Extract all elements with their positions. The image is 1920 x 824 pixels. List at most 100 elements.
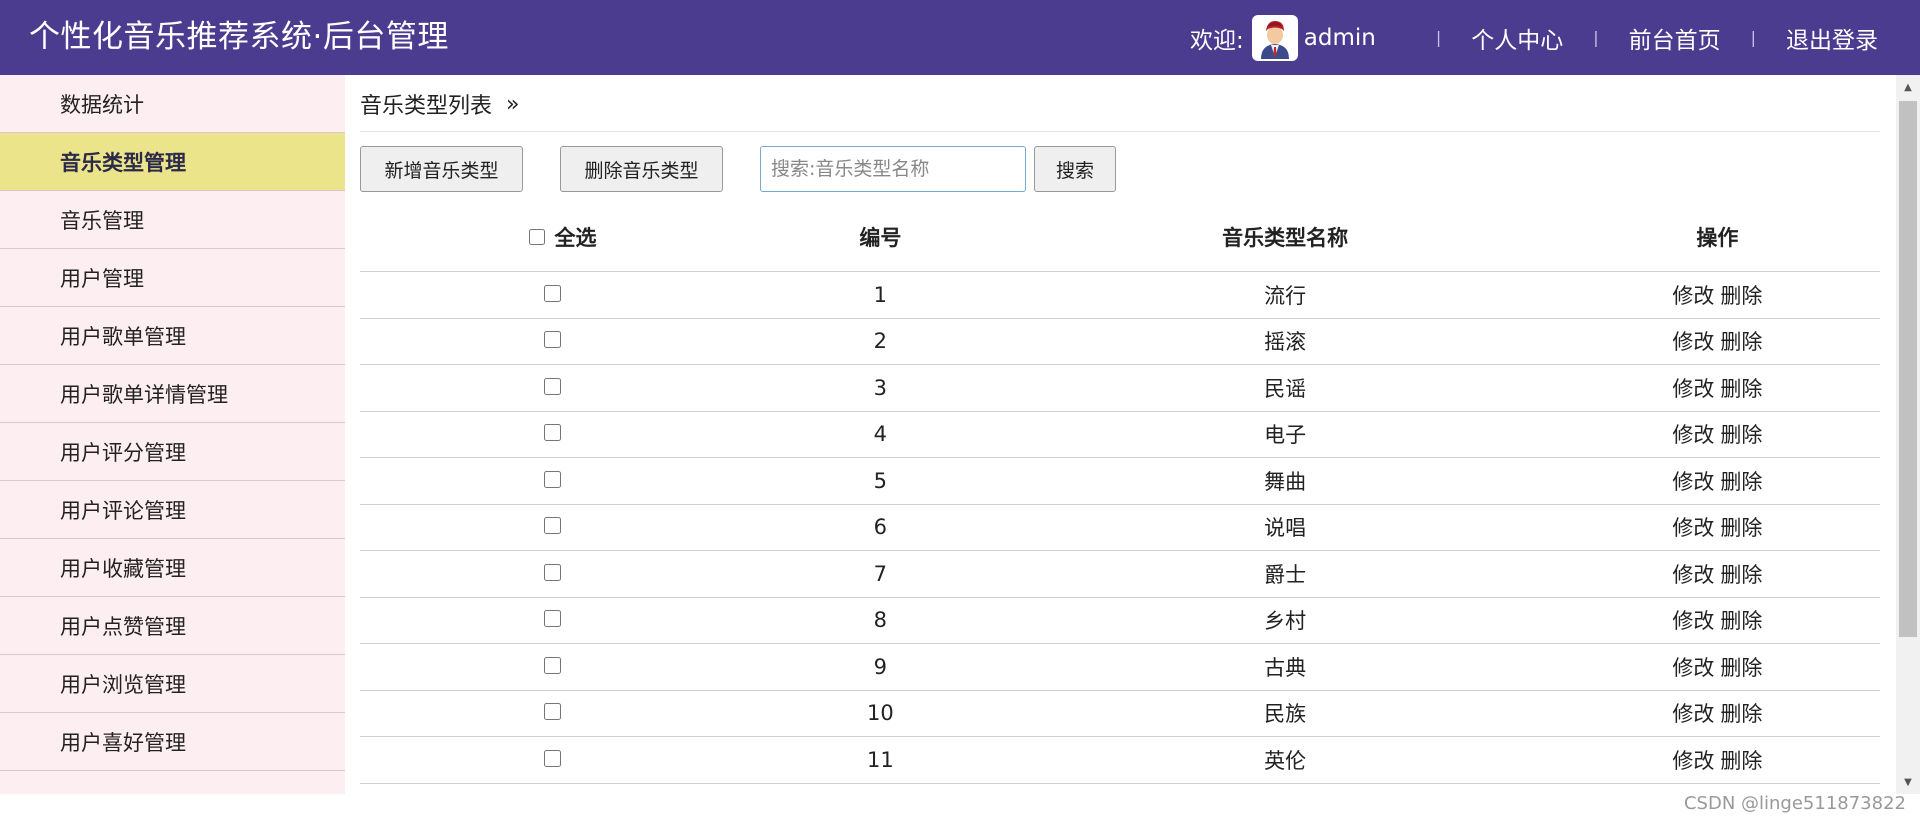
row-name: 古典 (1015, 643, 1555, 691)
delete-link[interactable]: 删除 (1720, 284, 1762, 308)
row-id: 2 (745, 318, 1016, 365)
row-name: 电子 (1015, 411, 1555, 458)
ops-column-header: 操作 (1554, 202, 1880, 272)
user-avatar-icon (1254, 16, 1295, 59)
row-checkbox[interactable] (544, 656, 562, 674)
select-all-header: 全选 (360, 202, 746, 272)
add-music-type-button[interactable]: 新增音乐类型 (360, 146, 523, 192)
personal-center-link[interactable]: 个人中心 (1471, 21, 1563, 55)
nav-divider: | (1593, 28, 1599, 47)
delete-link[interactable]: 删除 (1720, 656, 1762, 680)
toolbar: 新增音乐类型 删除音乐类型 搜索 (360, 146, 1116, 192)
row-checkbox[interactable] (544, 377, 562, 395)
row-checkbox[interactable] (544, 284, 562, 302)
edit-link[interactable]: 修改 (1672, 702, 1714, 726)
page-scrollbar[interactable]: ▲ ▼ (1896, 75, 1920, 794)
row-id: 5 (745, 457, 1016, 505)
delete-link[interactable]: 删除 (1720, 470, 1762, 494)
edit-link[interactable]: 修改 (1672, 656, 1714, 680)
edit-link[interactable]: 修改 (1672, 470, 1714, 494)
delete-link[interactable]: 删除 (1720, 702, 1762, 726)
row-checkbox-cell (360, 736, 746, 784)
frontend-home-link[interactable]: 前台首页 (1629, 21, 1721, 55)
delete-link[interactable]: 删除 (1720, 563, 1762, 587)
delete-music-type-button[interactable]: 删除音乐类型 (560, 146, 723, 192)
row-checkbox[interactable] (544, 610, 562, 628)
scroll-down-icon[interactable]: ▼ (1896, 772, 1920, 792)
row-checkbox[interactable] (544, 517, 562, 535)
search-input[interactable] (760, 146, 1026, 192)
row-name: 舞曲 (1015, 457, 1555, 505)
delete-link[interactable]: 删除 (1720, 377, 1762, 401)
edit-link[interactable]: 修改 (1672, 516, 1714, 540)
id-column-header: 编号 (745, 202, 1016, 272)
delete-link[interactable]: 删除 (1720, 516, 1762, 540)
row-name: 摇滚 (1015, 318, 1555, 365)
table-row: 4 电子 修改 删除 (360, 411, 1880, 458)
row-checkbox[interactable] (544, 749, 562, 767)
edit-link[interactable]: 修改 (1672, 330, 1714, 354)
row-ops: 修改 删除 (1554, 550, 1880, 598)
row-checkbox[interactable] (544, 703, 562, 721)
table-row: 5 舞曲 修改 删除 (360, 457, 1880, 505)
row-id: 10 (745, 690, 1016, 737)
row-checkbox[interactable] (544, 470, 562, 488)
row-ops: 修改 删除 (1554, 504, 1880, 551)
search-button[interactable]: 搜索 (1034, 146, 1116, 192)
double-chevron-right-icon: » (506, 91, 520, 117)
row-ops: 修改 删除 (1554, 690, 1880, 737)
edit-link[interactable]: 修改 (1672, 563, 1714, 587)
row-name: 乡村 (1015, 597, 1555, 644)
sidebar-item-comments[interactable]: 用户评论管理 (0, 481, 345, 539)
sidebar-item-stats[interactable]: 数据统计 (0, 75, 345, 133)
sidebar-item-playlist-details[interactable]: 用户歌单详情管理 (0, 365, 345, 423)
row-checkbox-cell (360, 690, 746, 737)
sidebar-item-browsing[interactable]: 用户浏览管理 (0, 655, 345, 713)
row-checkbox-cell (360, 597, 746, 644)
row-ops: 修改 删除 (1554, 318, 1880, 365)
row-name: 民谣 (1015, 364, 1555, 412)
sidebar-item-preferences[interactable]: 用户喜好管理 (0, 713, 345, 771)
edit-link[interactable]: 修改 (1672, 609, 1714, 633)
row-checkbox[interactable] (544, 563, 562, 581)
sidebar-item-likes[interactable]: 用户点赞管理 (0, 597, 345, 655)
sidebar-item-music-types[interactable]: 音乐类型管理 (0, 133, 345, 191)
row-name: 爵士 (1015, 550, 1555, 598)
table-row: 7 爵士 修改 删除 (360, 550, 1880, 598)
edit-link[interactable]: 修改 (1672, 423, 1714, 447)
sidebar-item-favorites[interactable]: 用户收藏管理 (0, 539, 345, 597)
table-row: 8 乡村 修改 删除 (360, 597, 1880, 644)
sidebar-item-playlists[interactable]: 用户歌单管理 (0, 307, 345, 365)
row-id: 7 (745, 550, 1016, 598)
sidebar-item-ratings[interactable]: 用户评分管理 (0, 423, 345, 481)
welcome-label: 欢迎: (1190, 27, 1244, 54)
sidebar-item-users[interactable]: 用户管理 (0, 249, 345, 307)
edit-link[interactable]: 修改 (1672, 749, 1714, 773)
delete-link[interactable]: 删除 (1720, 609, 1762, 633)
scrollbar-thumb[interactable] (1899, 101, 1917, 637)
username[interactable]: admin (1304, 25, 1376, 51)
edit-link[interactable]: 修改 (1672, 377, 1714, 401)
select-all-label: 全选 (554, 225, 597, 250)
nav-divider: | (1435, 28, 1442, 47)
scroll-up-icon[interactable]: ▲ (1896, 77, 1920, 97)
delete-link[interactable]: 删除 (1720, 423, 1762, 447)
app-title: 个性化音乐推荐系统·后台管理 (29, 19, 449, 55)
delete-link[interactable]: 删除 (1720, 749, 1762, 773)
avatar[interactable] (1251, 14, 1298, 61)
edit-link[interactable]: 修改 (1672, 284, 1714, 308)
sidebar: 数据统计 音乐类型管理 音乐管理 用户管理 用户歌单管理 用户歌单详情管理 用户… (0, 75, 345, 794)
sidebar-item-music[interactable]: 音乐管理 (0, 191, 345, 249)
logout-link[interactable]: 退出登录 (1786, 21, 1878, 55)
table-row: 2 摇滚 修改 删除 (360, 318, 1880, 365)
row-checkbox[interactable] (544, 331, 562, 349)
row-ops: 修改 删除 (1554, 597, 1880, 644)
row-checkbox-cell (360, 504, 746, 551)
row-ops: 修改 删除 (1554, 364, 1880, 412)
row-checkbox[interactable] (544, 424, 562, 442)
name-column-header: 音乐类型名称 (1015, 202, 1555, 272)
row-checkbox-cell (360, 411, 746, 458)
delete-link[interactable]: 删除 (1720, 330, 1762, 354)
select-all-checkbox[interactable] (528, 228, 545, 245)
table-row: 6 说唱 修改 删除 (360, 504, 1880, 551)
